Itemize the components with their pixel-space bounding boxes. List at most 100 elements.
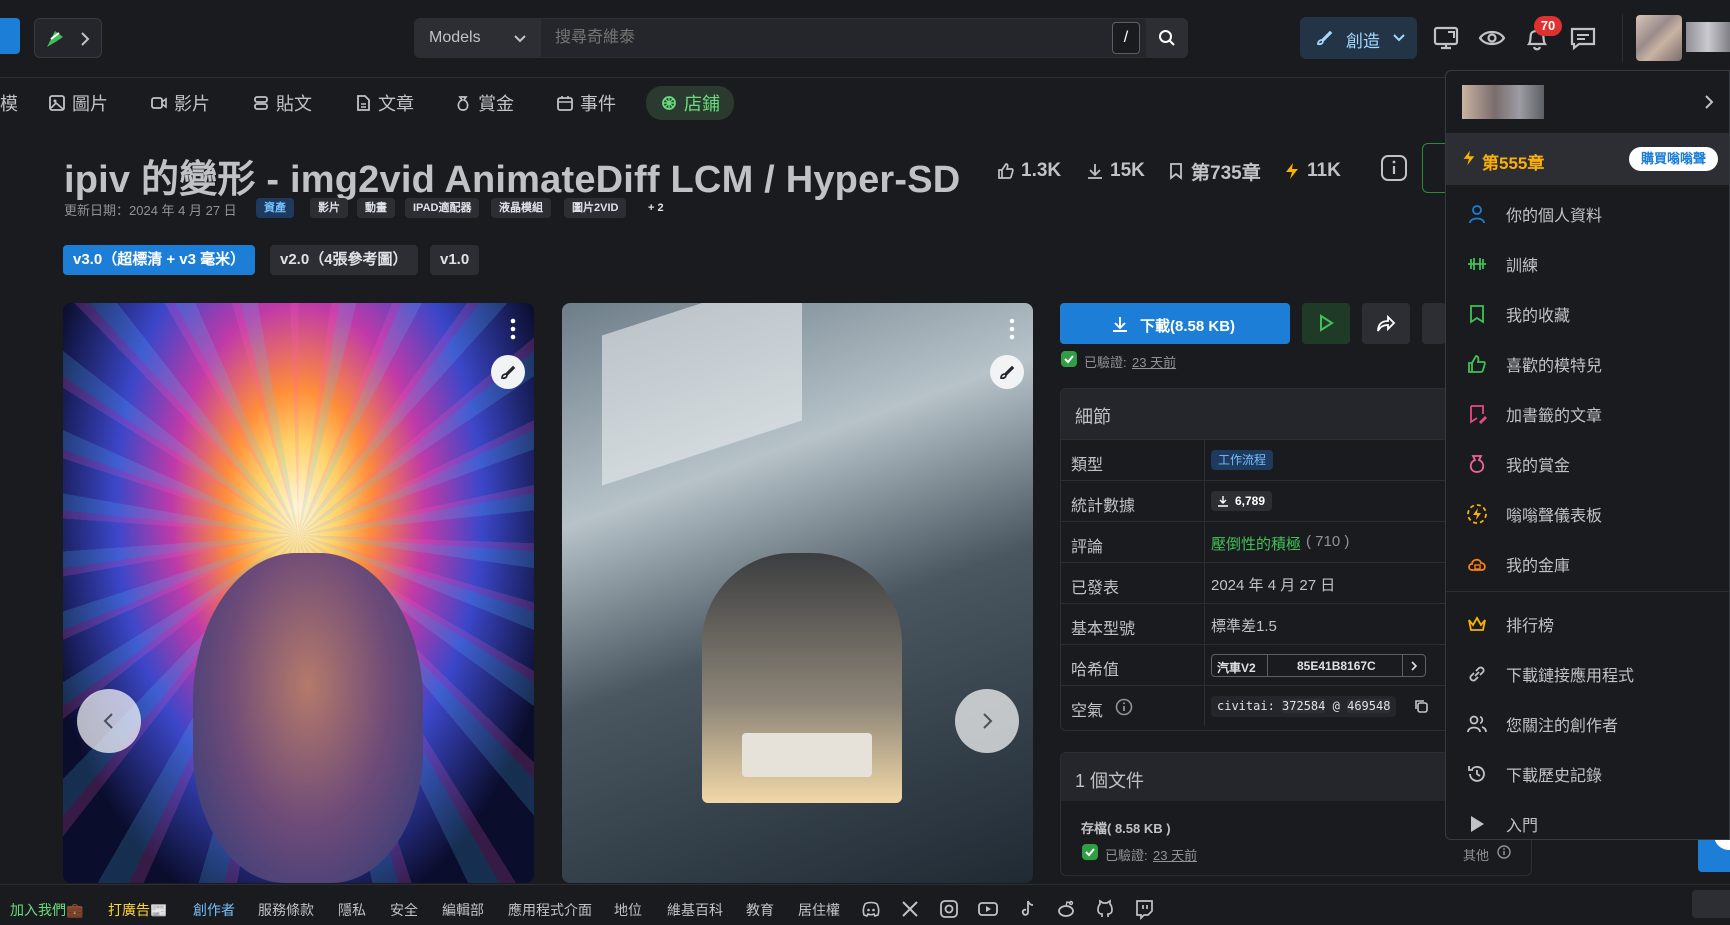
- download-button[interactable]: 下載(8.58 KB): [1060, 303, 1290, 344]
- footer-corner-button[interactable]: [1692, 890, 1730, 918]
- footer-link-terms[interactable]: 服務條款: [258, 900, 314, 920]
- copy-icon[interactable]: [1413, 698, 1429, 714]
- brand-leaf-icon: [47, 31, 63, 47]
- more-actions-button[interactable]: [1422, 303, 1446, 344]
- downloads-stat[interactable]: 15K: [1085, 156, 1145, 186]
- username-blurred[interactable]: [1686, 22, 1730, 52]
- buy-buzz-button[interactable]: 購買嗡嗡聲: [1629, 147, 1719, 171]
- menu-user-blurred[interactable]: [1462, 85, 1544, 119]
- menu-divider: [1446, 184, 1729, 185]
- footer-link-join[interactable]: 加入我們💼: [10, 900, 83, 920]
- review-summary-link[interactable]: 壓倒性的積極: [1211, 533, 1301, 554]
- share-button[interactable]: [1362, 303, 1410, 344]
- footer-link-newsroom[interactable]: 編輯部: [442, 900, 484, 920]
- carousel-next-button[interactable]: [955, 689, 1019, 753]
- air-code[interactable]: civitai: 372584 @ 469548: [1211, 696, 1397, 717]
- tag-badge[interactable]: 圖片2VID: [564, 198, 627, 218]
- buzz-balance-row[interactable]: 第555章 購買嗡嗡聲: [1446, 134, 1729, 184]
- nav-item-articles[interactable]: 文章: [354, 88, 414, 118]
- tag-badge[interactable]: 動畫: [357, 198, 395, 218]
- menu-item-profile[interactable]: 你的個人資料: [1446, 189, 1729, 239]
- menu-item-getting-started[interactable]: 入門: [1446, 799, 1729, 839]
- likes-stat[interactable]: 1.3K: [996, 156, 1061, 186]
- info-icon[interactable]: [1115, 698, 1133, 716]
- nav-item-videos[interactable]: 影片: [150, 88, 210, 118]
- footer-link-status[interactable]: 地位: [614, 900, 642, 920]
- tag-more[interactable]: + 2: [640, 198, 672, 218]
- rank-stat[interactable]: 第735章: [1166, 156, 1261, 186]
- nav-item-shop[interactable]: 店鋪: [646, 86, 734, 120]
- tiktok-icon[interactable]: [1016, 898, 1038, 920]
- menu-item-vault[interactable]: 我的金庫: [1446, 539, 1729, 589]
- menu-item-training[interactable]: 訓練: [1446, 239, 1729, 289]
- tag-badge[interactable]: 影片: [310, 198, 348, 218]
- remix-button[interactable]: [990, 355, 1024, 389]
- eye-icon[interactable]: [1476, 22, 1508, 54]
- info-icon[interactable]: [1497, 845, 1511, 859]
- tag-badge[interactable]: 資產: [256, 198, 294, 218]
- chat-icon[interactable]: [1567, 22, 1599, 54]
- x-twitter-icon[interactable]: [899, 898, 921, 920]
- preview-image[interactable]: [63, 303, 534, 883]
- menu-item-liked-models[interactable]: 喜歡的模特兒: [1446, 339, 1729, 389]
- site-logo[interactable]: [0, 18, 20, 54]
- footer-link-wiki[interactable]: 維基百科: [667, 900, 723, 920]
- footer-link-safety[interactable]: 安全: [390, 900, 418, 920]
- menu-item-buzz-dashboard[interactable]: 嗡嗡聲儀表板: [1446, 489, 1729, 539]
- search-scope-select[interactable]: Models: [415, 19, 541, 57]
- buzz-stat[interactable]: 11K: [1282, 156, 1341, 186]
- remix-button[interactable]: [491, 355, 525, 389]
- footer-link-residency[interactable]: 居住權: [798, 900, 840, 920]
- tag-badge[interactable]: 液晶模組: [491, 198, 551, 218]
- verified-time-link[interactable]: 23 天前: [1153, 845, 1197, 864]
- archive-file-label: 存檔( 8.58 KB ): [1081, 821, 1171, 836]
- menu-item-following[interactable]: 您關注的創作者: [1446, 699, 1729, 749]
- github-icon[interactable]: [1094, 898, 1116, 920]
- nav-item-images[interactable]: 圖片: [48, 88, 108, 118]
- hash-type-select[interactable]: 汽車V2: [1217, 659, 1256, 676]
- version-tab[interactable]: v1.0: [430, 245, 480, 275]
- preview-image[interactable]: [562, 303, 1033, 883]
- version-tab-active[interactable]: v3.0（超標清 + v3 毫米）: [63, 245, 256, 275]
- footer-link-api[interactable]: 應用程式介面: [508, 900, 592, 920]
- youtube-icon[interactable]: [977, 898, 999, 920]
- monitor-icon[interactable]: [1431, 22, 1463, 54]
- video-icon: [151, 97, 167, 109]
- create-button[interactable]: 創造: [1300, 17, 1417, 59]
- menu-item-bookmarked-articles[interactable]: 加書籤的文章: [1446, 389, 1729, 439]
- menu-item-download-link-app[interactable]: 下載鏈接應用程式: [1446, 649, 1729, 699]
- menu-item-download-history[interactable]: 下載歷史記錄: [1446, 749, 1729, 799]
- nav-item-events[interactable]: 事件: [556, 88, 616, 118]
- footer-link-creators[interactable]: 創作者: [193, 900, 235, 920]
- other-label[interactable]: 其他: [1463, 845, 1489, 864]
- more-vertical-icon[interactable]: [503, 317, 523, 341]
- image-icon: [49, 95, 65, 111]
- nav-item-bounties[interactable]: 賞金: [454, 88, 514, 118]
- verified-time-link[interactable]: 23 天前: [1132, 352, 1176, 371]
- menu-item-bounties[interactable]: 我的賞金: [1446, 439, 1729, 489]
- search-button[interactable]: [1146, 18, 1188, 58]
- more-vertical-icon[interactable]: [1002, 317, 1022, 341]
- info-icon[interactable]: [1380, 154, 1408, 182]
- brand-switcher-button[interactable]: [34, 18, 102, 58]
- chevron-right-icon[interactable]: [1408, 660, 1420, 672]
- avatar[interactable]: [1636, 15, 1682, 61]
- footer-link-privacy[interactable]: 隱私: [338, 900, 366, 920]
- nav-item-models[interactable]: 模: [0, 88, 18, 118]
- footer-link-advertise[interactable]: 打廣告📰: [108, 900, 167, 920]
- run-button[interactable]: [1302, 303, 1350, 344]
- menu-item-collections[interactable]: 我的收藏: [1446, 289, 1729, 339]
- menu-item-leaderboard[interactable]: 排行榜: [1446, 599, 1729, 649]
- instagram-icon[interactable]: [938, 898, 960, 920]
- footer-link-education[interactable]: 教育: [746, 900, 774, 920]
- twitch-icon[interactable]: [1133, 898, 1155, 920]
- chevron-right-icon[interactable]: [1700, 93, 1718, 111]
- search-input[interactable]: [541, 19, 1121, 57]
- nav-item-posts[interactable]: 貼文: [252, 88, 312, 118]
- reddit-icon[interactable]: [1055, 898, 1077, 920]
- version-tab[interactable]: v2.0（4張參考圖）: [270, 245, 418, 275]
- discord-icon[interactable]: [860, 898, 882, 920]
- hash-value[interactable]: 85E41B8167C: [1297, 659, 1376, 673]
- tag-badge[interactable]: IPAD適配器: [405, 198, 480, 218]
- carousel-prev-button[interactable]: [77, 689, 141, 753]
